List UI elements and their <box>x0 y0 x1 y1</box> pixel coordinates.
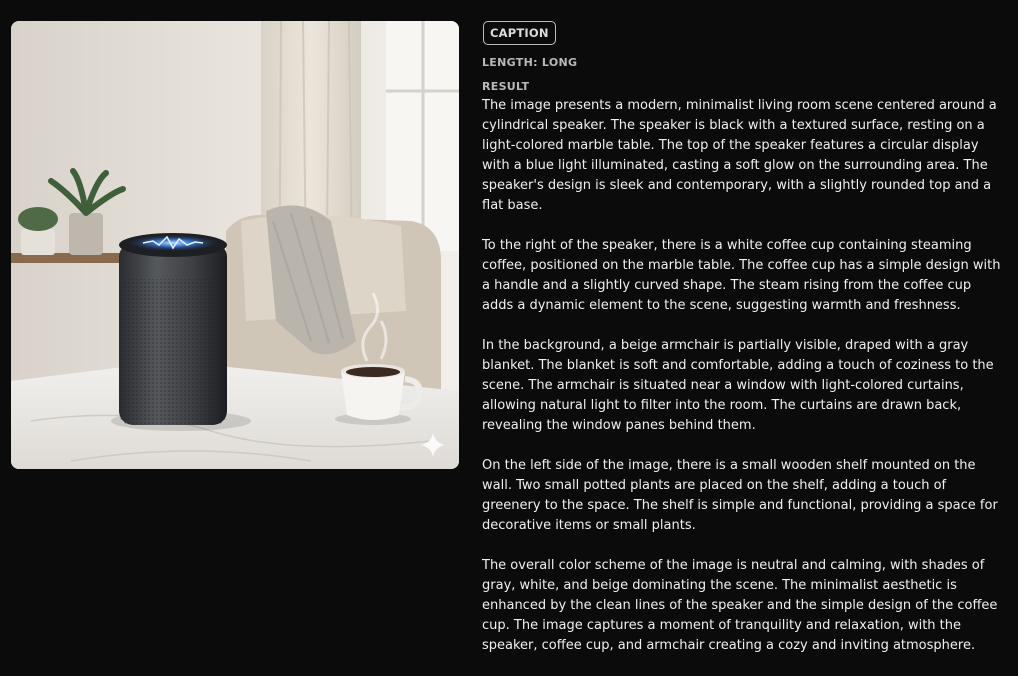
living-room-speaker-illustration <box>11 21 459 469</box>
result-paragraph: To the right of the speaker, there is a … <box>482 238 1001 313</box>
length-label: LENGTH: LONG <box>482 56 578 69</box>
caption-badge: CAPTION <box>483 21 556 45</box>
result-image <box>11 21 459 469</box>
result-paragraph: On the left side of the image, there is … <box>482 458 998 533</box>
result-paragraph: The overall color scheme of the image is… <box>482 558 998 653</box>
result-text: The image presents a modern, minimalist … <box>482 96 1002 676</box>
result-paragraph: The image presents a modern, minimalist … <box>482 98 997 213</box>
result-paragraph: In the background, a beige armchair is p… <box>482 338 994 433</box>
result-label: RESULT <box>482 80 530 93</box>
